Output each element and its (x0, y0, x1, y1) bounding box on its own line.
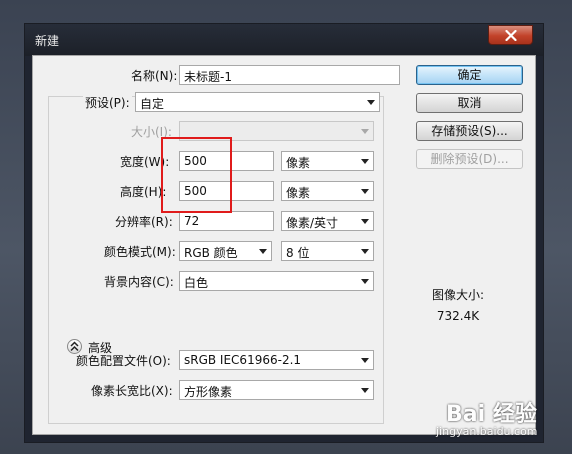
close-button[interactable] (488, 25, 533, 45)
width-unit-value: 像素 (286, 156, 311, 170)
background-value: 白色 (184, 276, 209, 290)
background-select[interactable]: 白色 (179, 271, 374, 291)
chevron-down-icon (361, 279, 369, 284)
dialog-body: 名称(N): 未标题-1 预设(P): 自定 大小(I): 宽度(W): 500… (32, 55, 536, 435)
chevron-down-icon (361, 159, 369, 164)
new-document-dialog: 新建 名称(N): 未标题-1 预设(P): 自定 大小(I): 宽度(W): … (24, 23, 544, 443)
height-label: 高度(H): (120, 185, 167, 199)
height-unit-select[interactable]: 像素 (281, 181, 374, 201)
save-preset-button[interactable]: 存储预设(S)... (416, 121, 523, 141)
double-chevron-up-icon (70, 341, 79, 352)
color-mode-value: RGB 颜色 (184, 246, 238, 260)
close-icon (505, 30, 517, 41)
preset-select[interactable]: 自定 (135, 92, 380, 112)
height-unit-value: 像素 (286, 186, 311, 200)
color-mode-label: 颜色模式(M): (104, 245, 176, 259)
image-size-value: 732.4K (436, 309, 480, 323)
title-bar[interactable]: 新建 (25, 24, 543, 56)
chevron-down-icon (361, 129, 369, 134)
cancel-button[interactable]: 取消 (416, 93, 523, 113)
chevron-down-icon (259, 249, 267, 254)
watermark-brand: Bai 经验 (446, 402, 537, 427)
pixel-aspect-value: 方形像素 (184, 385, 233, 399)
preset-label: 预设(P): (83, 94, 132, 111)
highlight-box (161, 137, 232, 213)
chevron-down-icon (361, 189, 369, 194)
bit-depth-select[interactable]: 8 位 (281, 241, 374, 261)
chevron-down-icon (361, 358, 369, 363)
window-title: 新建 (35, 34, 60, 48)
color-mode-select[interactable]: RGB 颜色 (179, 241, 272, 261)
baidu-watermark: Bai 经验 jingyan.baidu.com (436, 396, 570, 454)
color-profile-label: 颜色配置文件(O): (76, 354, 171, 368)
pixel-aspect-label: 像素长宽比(X): (91, 384, 173, 398)
bit-depth-value: 8 位 (286, 246, 310, 260)
resolution-input[interactable]: 72 (179, 211, 274, 231)
color-profile-select[interactable]: sRGB IEC61966-2.1 (179, 350, 374, 370)
pixel-aspect-select[interactable]: 方形像素 (179, 380, 374, 400)
name-label: 名称(N): (131, 69, 178, 83)
chevron-down-icon (361, 219, 369, 224)
name-input[interactable]: 未标题-1 (179, 65, 400, 85)
resolution-label: 分辨率(R): (115, 215, 173, 229)
background-label: 背景内容(C): (104, 275, 174, 289)
watermark-url: jingyan.baidu.com (436, 425, 538, 438)
width-unit-select[interactable]: 像素 (281, 151, 374, 171)
resolution-unit-select[interactable]: 像素/英寸 (281, 211, 374, 231)
chevron-down-icon (367, 100, 375, 105)
preset-value: 自定 (140, 97, 165, 111)
delete-preset-button[interactable]: 删除预设(D)... (416, 149, 523, 169)
resolution-unit-value: 像素/英寸 (286, 216, 339, 230)
image-size-label: 图像大小: (431, 288, 485, 302)
color-profile-value: sRGB IEC61966-2.1 (184, 353, 302, 367)
chevron-down-icon (361, 249, 369, 254)
ok-button[interactable]: 确定 (416, 65, 523, 85)
chevron-down-icon (361, 388, 369, 393)
